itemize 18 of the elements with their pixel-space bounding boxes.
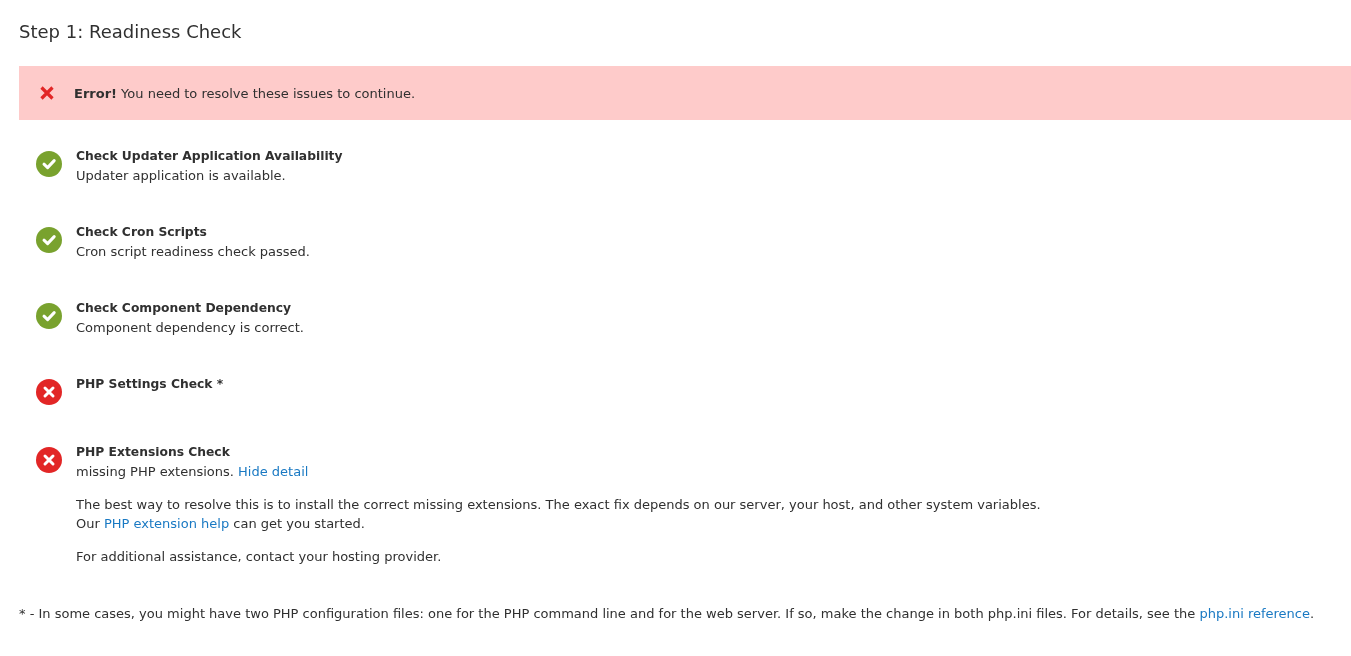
help-link[interactable]: PHP extension help (103, 516, 230, 531)
check-message: Cron script readiness check passed. (76, 243, 311, 261)
check-message: Updater application is available. (76, 167, 287, 185)
check-title: Check Cron Scripts (76, 224, 208, 241)
page-title: Step 1: Readiness Check (19, 20, 243, 44)
detail-paragraph: The best way to resolve this is to install the correct missing extensions. The exact fix depends on our server, your host, and other system variables. Our PHP extension help can get you started. (76, 496, 1042, 533)
check-title: PHP Settings Check * (76, 376, 225, 393)
cross-icon (40, 86, 54, 100)
check-title: Check Component Dependency (76, 300, 293, 317)
check-message: Component dependency is correct. (76, 319, 305, 337)
check-message: missing PHP extensions. Hide detail (76, 463, 310, 481)
check-title: Check Updater Application Availability (76, 148, 344, 165)
check-title: PHP Extensions Check (76, 444, 231, 461)
footnote: * - In some cases, you might have two PHP configuration files: one for the PHP command line and for the web server. If so, make the change in both php.ini files. For details, see the php.ini reference. (19, 605, 1316, 623)
detail-toggle-link[interactable]: Hide detail (238, 464, 309, 479)
reference-link[interactable]: php.ini reference (1199, 606, 1310, 621)
alert-message: Error! You need to resolve these issues to continue. (74, 84, 416, 103)
detail-paragraph: For additional assistance, contact your hosting provider. (76, 548, 443, 566)
